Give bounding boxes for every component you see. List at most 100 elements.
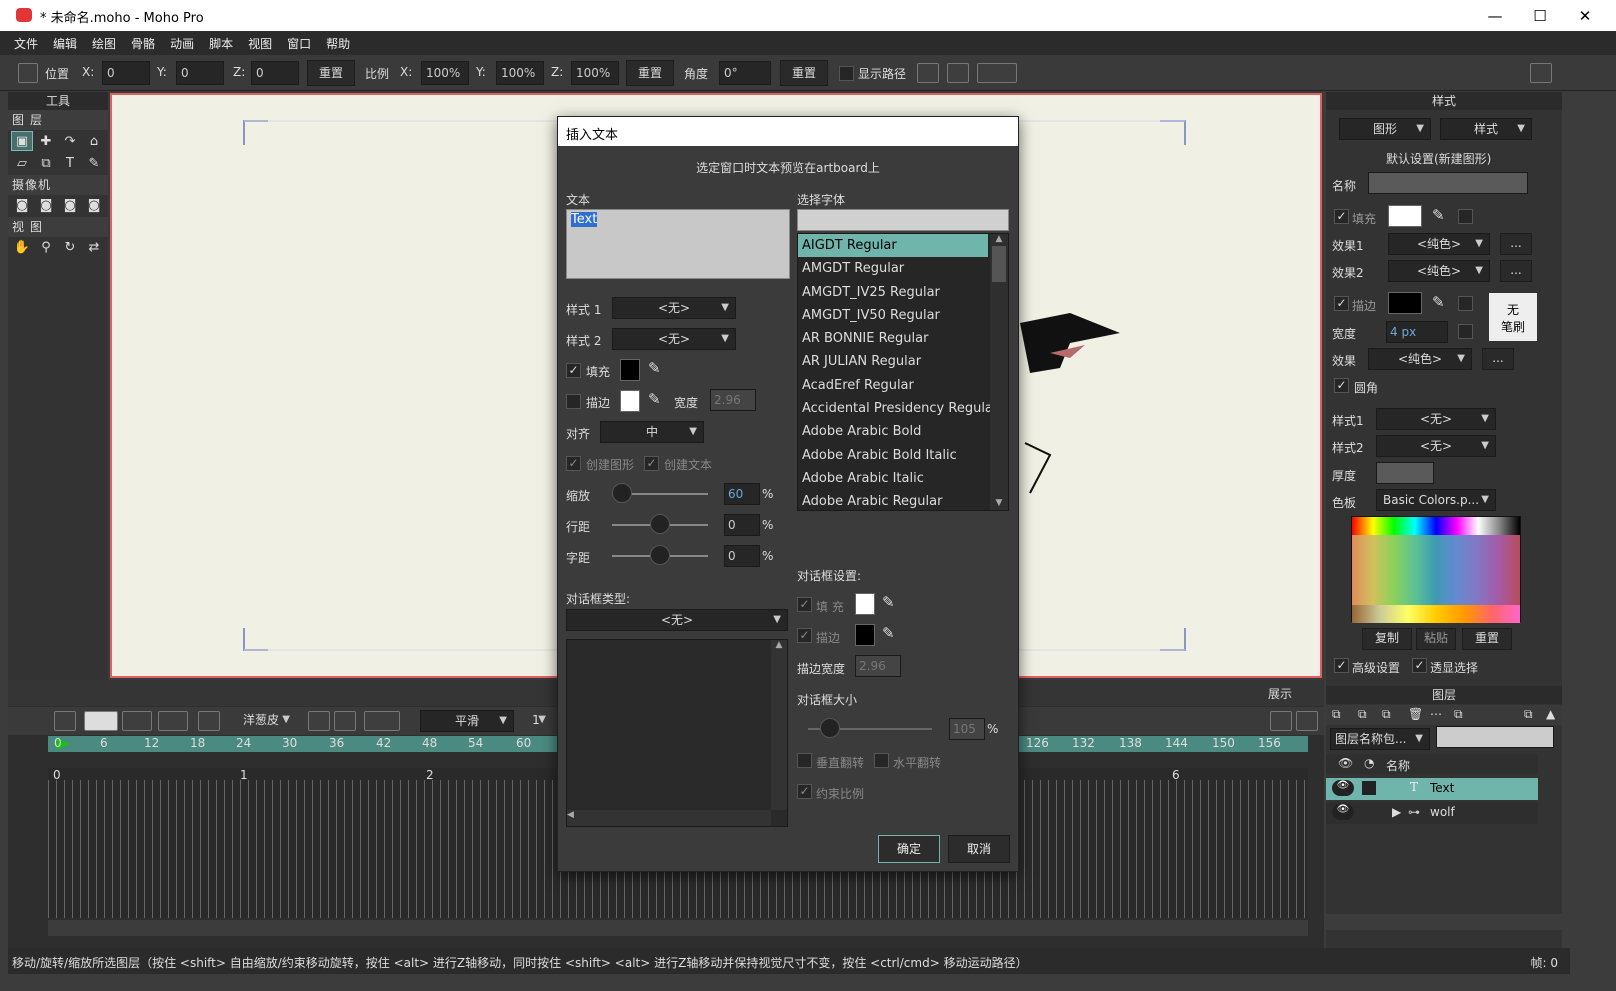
bubble-size-input[interactable]: 105 — [949, 718, 985, 740]
stroke-eyedropper-icon[interactable]: ✎ — [648, 390, 661, 408]
fill-eyedropper-icon[interactable]: ✎ — [1432, 206, 1445, 224]
effect2-select[interactable]: <纯色> ▼ — [1388, 260, 1490, 282]
layer-settings-icon[interactable]: ⧉ — [1454, 707, 1463, 722]
stroke-color-swatch[interactable] — [1388, 292, 1422, 314]
font-search-input[interactable] — [797, 209, 1009, 231]
expand-arrow-icon[interactable]: ▶ — [1392, 805, 1401, 819]
fill-color-swatch[interactable] — [620, 359, 640, 381]
create-shape-checkbox[interactable]: ✓ — [566, 456, 581, 471]
effect2-more-button[interactable]: ... — [1500, 260, 1532, 282]
scale-y-input[interactable]: 100% — [496, 61, 544, 85]
bubble-preview-box[interactable]: ▲ ◀ — [566, 639, 788, 827]
layer-transform-icon[interactable] — [18, 63, 38, 83]
style1-select[interactable]: <无> ▼ — [1376, 408, 1496, 430]
view-mode-icons[interactable] — [1053, 683, 1253, 701]
angle-input[interactable]: 0° — [719, 61, 771, 85]
onion-skin-select[interactable]: 洋葱皮 ▼ — [226, 710, 296, 732]
book-icon[interactable] — [1530, 63, 1552, 83]
show-path-checkbox[interactable] — [839, 66, 854, 81]
collapse-panel-icon[interactable]: ▲ — [1546, 707, 1555, 721]
flip-horizontal-checkbox[interactable] — [874, 753, 889, 768]
layer-visibility-icon[interactable]: 👁 — [1332, 804, 1354, 820]
bubble-vscroll[interactable]: ▲ — [771, 640, 787, 810]
move-tool-icon[interactable]: ✚ — [35, 132, 57, 152]
stroke-width-input[interactable]: 4 px — [1386, 321, 1448, 343]
copy-button[interactable]: 复制 — [1362, 628, 1412, 650]
thickness-input[interactable] — [1376, 462, 1434, 484]
position-z-input[interactable]: 0 — [251, 61, 299, 85]
font-item[interactable]: Adobe Arabic Bold — [798, 420, 1008, 443]
color-palette-grid[interactable] — [1351, 516, 1521, 623]
font-item[interactable]: Accidental Presidency Regular — [798, 397, 1008, 420]
font-item[interactable]: AR BONNIE Regular — [798, 327, 1008, 350]
font-list-scrollbar[interactable]: ▲ ▼ — [990, 234, 1008, 510]
ok-button[interactable]: 确定 — [878, 835, 940, 863]
bubble-size-knob[interactable] — [820, 718, 840, 738]
delete-layer-icon[interactable]: 🗑 — [1408, 707, 1423, 721]
camera-roll-icon[interactable]: ◙ — [59, 196, 81, 216]
constrain-checkbox[interactable]: ✓ — [797, 784, 812, 799]
import-layer-icon[interactable]: ⧉ — [1382, 707, 1391, 722]
menu-help[interactable]: 帮助 — [318, 31, 357, 52]
cycle-icon[interactable] — [54, 711, 76, 731]
orbit-icon[interactable]: ⇄ — [83, 238, 105, 258]
menu-scripts[interactable]: 脚本 — [201, 31, 240, 52]
advanced-checkbox[interactable]: ✓ — [1334, 658, 1349, 673]
display-label[interactable]: 展示 — [1268, 685, 1292, 702]
font-item[interactable]: AMGDT_IV25 Regular — [798, 281, 1008, 304]
menu-animation[interactable]: 动画 — [162, 31, 201, 52]
scale-x-input[interactable]: 100% — [421, 61, 469, 85]
menu-view[interactable]: 视图 — [240, 31, 279, 52]
menu-bone[interactable]: 骨骼 — [123, 31, 162, 52]
text-tool-icon[interactable]: T — [59, 154, 81, 174]
select-visible-checkbox[interactable]: ✓ — [1412, 658, 1427, 673]
effect1-more-button[interactable]: ... — [1500, 233, 1532, 255]
font-item[interactable]: Adobe Arabic Regular — [798, 490, 1008, 510]
timeline-scrollbar[interactable] — [48, 920, 1308, 936]
style-tab-select[interactable]: 样式 ▼ — [1440, 118, 1532, 140]
camera-pan-icon[interactable]: ◙ — [83, 196, 105, 216]
font-list[interactable]: AIGDT Regular AMGDT Regular AMGDT_IV25 R… — [797, 233, 1009, 511]
style2-select[interactable]: <无> ▼ — [1376, 435, 1496, 457]
shape-tab-select[interactable]: 图形 ▼ — [1339, 118, 1431, 140]
width-extra-checkbox[interactable] — [1458, 324, 1473, 339]
create-text-checkbox[interactable]: ✓ — [644, 456, 659, 471]
font-item[interactable]: AMGDT Regular — [798, 257, 1008, 280]
layer-color-swatch[interactable] — [1362, 781, 1376, 795]
effect1-select[interactable]: <纯色> ▼ — [1388, 233, 1490, 255]
style-name-input[interactable] — [1368, 172, 1528, 194]
reset-angle-button[interactable]: 重置 — [780, 60, 828, 86]
flip-vertical-icon[interactable] — [947, 63, 969, 83]
close-button[interactable]: ✕ — [1565, 4, 1605, 28]
layer-visibility-icon[interactable]: 👁 — [1332, 780, 1354, 796]
rotate-tool-icon[interactable]: ↷ — [59, 132, 81, 152]
maximize-button[interactable]: ☐ — [1520, 4, 1560, 28]
line-spacing-input[interactable]: 0 — [724, 514, 760, 536]
font-item[interactable]: AR JULIAN Regular — [798, 350, 1008, 373]
paste-button[interactable]: 粘贴 — [1416, 628, 1456, 650]
stroke-eyedropper-icon[interactable]: ✎ — [1432, 293, 1445, 311]
zoom-in-icon[interactable] — [1296, 711, 1318, 731]
shear-tool-icon[interactable]: ▱ — [11, 154, 33, 174]
reset-style-button[interactable]: 重置 — [1462, 628, 1512, 650]
key-options-icon[interactable] — [334, 711, 356, 731]
more-options-icon[interactable]: ⋯ — [1430, 707, 1442, 721]
sequencer-icon[interactable] — [122, 711, 152, 731]
new-layer-icon[interactable]: ⧉ — [1332, 707, 1341, 722]
fill-extra-checkbox[interactable] — [1458, 209, 1473, 224]
menu-window[interactable]: 窗口 — [279, 31, 318, 52]
scale-slider-knob[interactable] — [612, 483, 632, 503]
style2-select[interactable]: <无> ▼ — [612, 328, 736, 350]
align-options-icon[interactable] — [977, 63, 1017, 83]
layer-filter-select[interactable]: 图层名称包... ▼ — [1330, 728, 1430, 750]
stroke-effect-select[interactable]: <纯色> ▼ — [1368, 348, 1472, 370]
stroke-color-swatch[interactable] — [620, 390, 640, 412]
text-input[interactable]: Text — [566, 209, 790, 279]
position-y-input[interactable]: 0 — [176, 61, 224, 85]
minimize-button[interactable]: — — [1475, 4, 1515, 28]
bubble-stroke-width-input[interactable]: 2.96 — [855, 655, 901, 677]
bubble-stroke-eyedropper-icon[interactable]: ✎ — [882, 624, 895, 642]
style1-select[interactable]: <无> ▼ — [612, 297, 736, 319]
camera-zoom-icon[interactable]: ◙ — [35, 196, 57, 216]
palette-select[interactable]: Basic Colors.p... ▼ — [1376, 489, 1496, 511]
